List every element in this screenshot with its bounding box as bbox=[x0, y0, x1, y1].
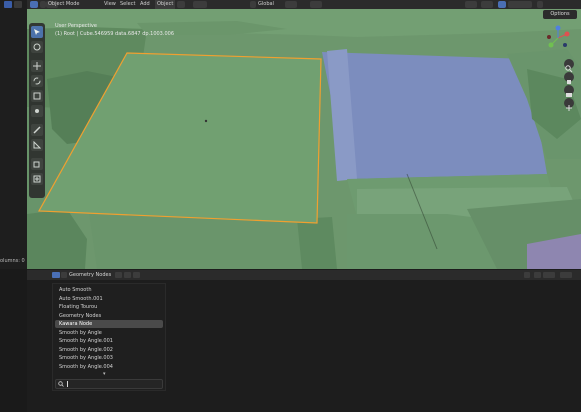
sidebar-toggle-icon[interactable] bbox=[524, 272, 530, 278]
fake-user-icon[interactable] bbox=[115, 272, 122, 278]
list-item[interactable]: Smooth by Angle bbox=[59, 329, 102, 337]
overlay-toggle[interactable] bbox=[481, 1, 493, 8]
list-item[interactable]: Floating Tourou bbox=[59, 303, 97, 311]
add-object-tool-button[interactable] bbox=[31, 173, 43, 185]
gizmo-toggle[interactable] bbox=[465, 1, 477, 8]
rotate-tool-button[interactable] bbox=[31, 75, 43, 87]
collection-info: (1) Root | Cube.546959 data.6847 dp.1003… bbox=[55, 31, 174, 37]
menu-icon[interactable] bbox=[14, 1, 22, 8]
shading-modes[interactable] bbox=[508, 1, 532, 8]
list-item[interactable]: Smooth by Angle.002 bbox=[59, 346, 113, 354]
ortho-toggle-button[interactable] bbox=[564, 98, 574, 111]
snapping-dropdown[interactable] bbox=[543, 272, 555, 278]
overlay-icon[interactable] bbox=[534, 272, 541, 278]
node-group-name[interactable]: Geometry Nodes bbox=[69, 270, 111, 280]
annotate-tool-button[interactable] bbox=[31, 124, 43, 136]
target-icon bbox=[33, 43, 41, 51]
view-options-dropdown[interactable] bbox=[560, 272, 572, 278]
menu-object[interactable]: Object bbox=[155, 0, 176, 9]
view-icon[interactable] bbox=[177, 1, 185, 8]
pencil-icon bbox=[33, 126, 41, 134]
transform-pivot-icon[interactable] bbox=[250, 1, 256, 8]
node-editor-header: Geometry Nodes bbox=[50, 270, 581, 287]
transform-tool-button[interactable] bbox=[31, 105, 43, 117]
orientation-dropdown[interactable]: Global bbox=[258, 0, 274, 9]
search-input[interactable] bbox=[55, 379, 163, 389]
node-group-dropdown: Auto Smooth Auto Smooth.001 Floating Tou… bbox=[52, 283, 166, 391]
editor-type-button[interactable] bbox=[30, 1, 38, 8]
properties-strip bbox=[0, 269, 27, 412]
cursor-icon bbox=[34, 29, 40, 35]
3d-viewport[interactable]: User Perspective (1) Root | Cube.546959 … bbox=[27, 9, 581, 269]
list-item[interactable]: Smooth by Angle.004 bbox=[59, 363, 113, 371]
xray-toggle[interactable] bbox=[498, 1, 506, 8]
node-editor-header-left bbox=[27, 270, 50, 280]
search-icon bbox=[58, 381, 64, 387]
cursor-tool-button[interactable] bbox=[31, 41, 43, 53]
shading-dropdown[interactable] bbox=[537, 1, 543, 8]
node-editor-type-icon[interactable] bbox=[52, 272, 60, 278]
duplicate-icon[interactable] bbox=[124, 272, 131, 278]
select-tool-button[interactable] bbox=[31, 26, 43, 38]
menu-view[interactable]: View bbox=[104, 0, 116, 9]
unlink-icon[interactable] bbox=[133, 272, 140, 278]
outliner-strip bbox=[0, 0, 28, 269]
scroll-down-icon[interactable]: ▾ bbox=[103, 371, 106, 377]
columns-label: olumns: 0 bbox=[0, 258, 25, 264]
list-item[interactable]: Auto Smooth.001 bbox=[59, 295, 103, 303]
list-item[interactable]: Geometry Nodes bbox=[59, 312, 101, 320]
scene-render bbox=[27, 9, 581, 269]
move-tool-button[interactable] bbox=[31, 60, 43, 72]
add-cube-tool-button[interactable] bbox=[31, 158, 43, 170]
snap-icon[interactable] bbox=[285, 1, 297, 8]
list-item-highlighted[interactable]: Kawara Node bbox=[59, 320, 92, 328]
ruler-icon bbox=[33, 141, 41, 149]
navigation-gizmo[interactable] bbox=[545, 25, 571, 51]
perspective-label: User Perspective bbox=[55, 23, 97, 29]
pin-icon[interactable] bbox=[144, 272, 151, 287]
grid-icon bbox=[566, 105, 572, 111]
proportional-edit-icon[interactable] bbox=[310, 1, 322, 8]
scale-icon bbox=[33, 92, 41, 100]
toolbar bbox=[29, 23, 45, 198]
move-icon bbox=[33, 62, 41, 70]
list-item[interactable]: Smooth by Angle.003 bbox=[59, 354, 113, 362]
node-tree-icon[interactable] bbox=[61, 272, 67, 278]
cube-icon bbox=[33, 161, 40, 168]
object-mode-dropdown[interactable]: Object Mode bbox=[48, 0, 80, 9]
camera-view-button[interactable] bbox=[564, 85, 574, 97]
pan-button[interactable] bbox=[564, 72, 574, 84]
text-cursor bbox=[67, 381, 68, 387]
transform-icon bbox=[35, 109, 39, 113]
scale-tool-button[interactable] bbox=[31, 90, 43, 102]
list-item[interactable]: Auto Smooth bbox=[59, 286, 92, 294]
object-type-visibility[interactable] bbox=[193, 1, 207, 8]
list-item[interactable]: Smooth by Angle.001 bbox=[59, 337, 113, 345]
menu-select[interactable]: Select bbox=[120, 0, 135, 9]
zoom-button[interactable] bbox=[564, 59, 574, 73]
menu-add[interactable]: Add bbox=[140, 0, 150, 9]
editor-type-icon[interactable] bbox=[4, 1, 12, 8]
measure-tool-button[interactable] bbox=[31, 139, 43, 151]
rotate-icon bbox=[33, 77, 41, 85]
options-button[interactable]: Options bbox=[543, 10, 577, 19]
add-cube-icon bbox=[33, 175, 41, 183]
